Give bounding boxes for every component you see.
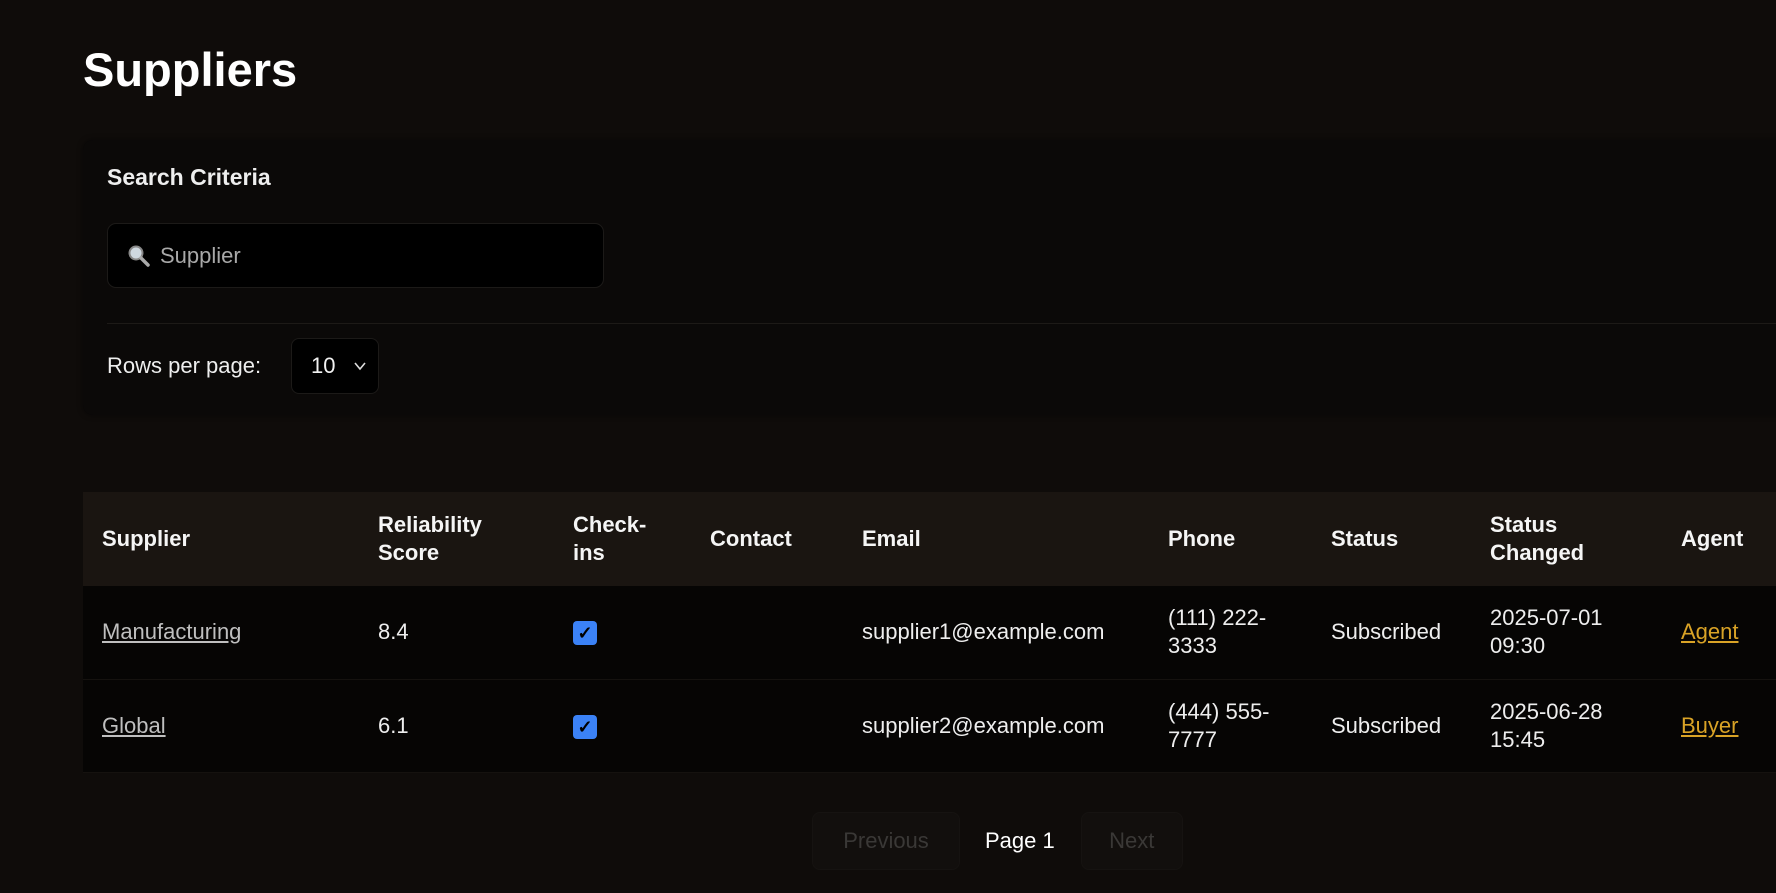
header-status-changed[interactable]: Status Changed (1490, 492, 1681, 586)
header-reliability-score[interactable]: Reliability Score (378, 492, 573, 586)
header-email[interactable]: Email (862, 492, 1168, 586)
supplier-search-input[interactable] (158, 241, 582, 270)
agent-link[interactable]: Buyer (1681, 713, 1738, 738)
header-agent[interactable]: Agent (1681, 492, 1776, 586)
supplier-link[interactable]: Global (102, 713, 166, 738)
rows-per-page-label: Rows per page: (107, 353, 262, 378)
page-indicator: Page 1 (985, 828, 1055, 853)
supplier-search-field[interactable] (107, 223, 604, 288)
divider (107, 323, 1776, 324)
header-status[interactable]: Status (1331, 492, 1490, 586)
suppliers-table: Supplier Reliability Score Check-ins Con… (83, 492, 1776, 773)
table-row: Manufacturing 8.4 ✓ supplier1@example.co… (83, 586, 1776, 679)
header-contact[interactable]: Contact (710, 492, 862, 586)
rows-per-page-select[interactable]: 10 (291, 338, 379, 394)
pagination: Previous Page 1 Next (812, 812, 1183, 870)
header-supplier[interactable]: Supplier (83, 492, 378, 586)
agent-link[interactable]: Agent (1681, 619, 1739, 644)
email-cell: supplier2@example.com (862, 712, 1105, 738)
status-changed-cell: 2025-07-01 09:30 (1490, 605, 1603, 659)
previous-button[interactable]: Previous (812, 812, 960, 870)
checkins-checkbox[interactable]: ✓ (573, 714, 597, 739)
phone-cell: (444) 555-7777 (1168, 698, 1270, 752)
reliability-score: 6.1 (378, 712, 409, 738)
chevron-down-icon (354, 362, 367, 371)
email-cell: supplier1@example.com (862, 619, 1105, 645)
contact-cell (710, 679, 862, 772)
search-criteria-panel: Search Criteria Rows per page: 10 (83, 140, 1776, 415)
header-phone[interactable]: Phone (1168, 492, 1331, 586)
search-icon (128, 245, 150, 267)
page-title: Suppliers (83, 43, 298, 96)
checkins-checkbox[interactable]: ✓ (573, 621, 597, 646)
phone-cell: (111) 222-3333 (1168, 605, 1267, 659)
status-changed-cell: 2025-06-28 15:45 (1490, 698, 1603, 752)
rows-per-page-value: 10 (311, 353, 336, 378)
search-criteria-heading: Search Criteria (107, 164, 271, 190)
header-check-ins[interactable]: Check-ins (573, 492, 710, 586)
status-cell: Subscribed (1331, 712, 1442, 738)
supplier-link[interactable]: Manufacturing (102, 619, 241, 644)
next-button[interactable]: Next (1080, 812, 1183, 870)
reliability-score: 8.4 (378, 619, 409, 645)
status-cell: Subscribed (1331, 619, 1442, 645)
contact-cell (710, 586, 862, 679)
table-header-row: Supplier Reliability Score Check-ins Con… (83, 492, 1776, 586)
table-row: Global 6.1 ✓ supplier2@example.com (444)… (83, 679, 1776, 772)
